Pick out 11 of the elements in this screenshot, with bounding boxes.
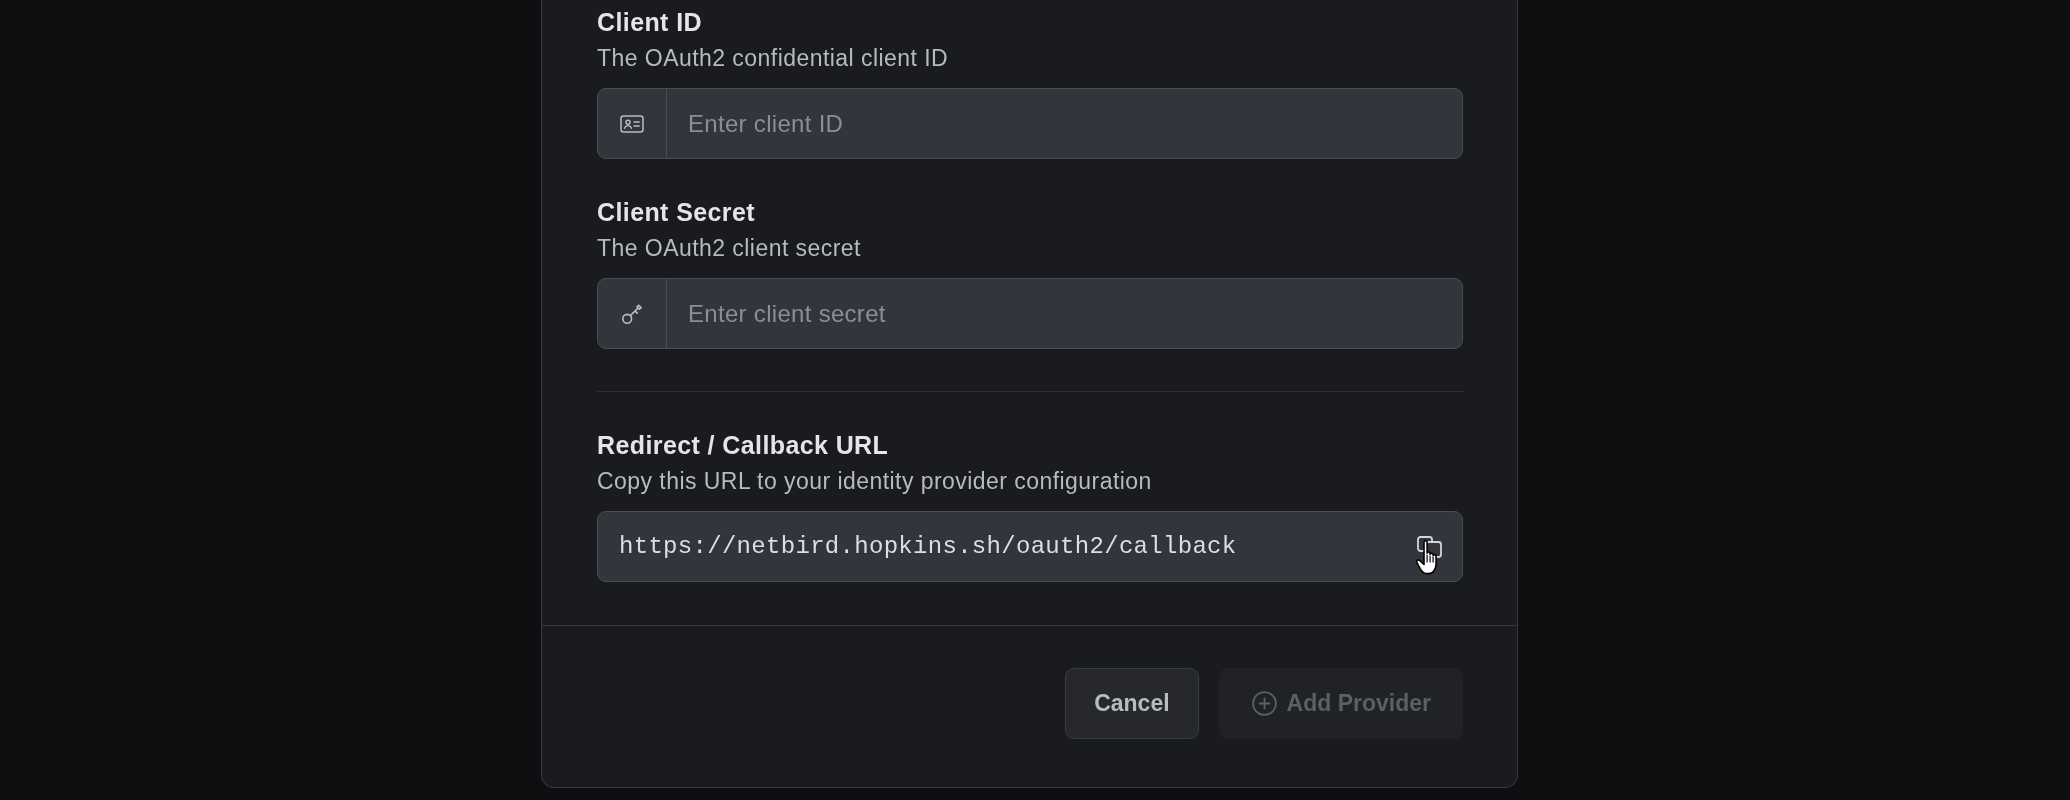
id-card-icon xyxy=(620,114,644,133)
field-label: Redirect / Callback URL xyxy=(597,430,889,460)
url-field[interactable]: https://netbird.hopkins.sh/oauth2/callback xyxy=(597,511,1463,582)
field-description: Copy this URL to your identity provider configuration xyxy=(597,467,1152,495)
cancel-button[interactable]: Cancel xyxy=(1065,668,1199,739)
field-description: The OAuth2 client secret xyxy=(597,234,861,262)
key-icon xyxy=(621,302,643,325)
field-description: The OAuth2 confidential client ID xyxy=(597,44,949,72)
field-label: Client ID xyxy=(597,7,702,37)
plus-circle-icon xyxy=(1251,691,1277,716)
field-label: Client Secret xyxy=(597,197,756,227)
